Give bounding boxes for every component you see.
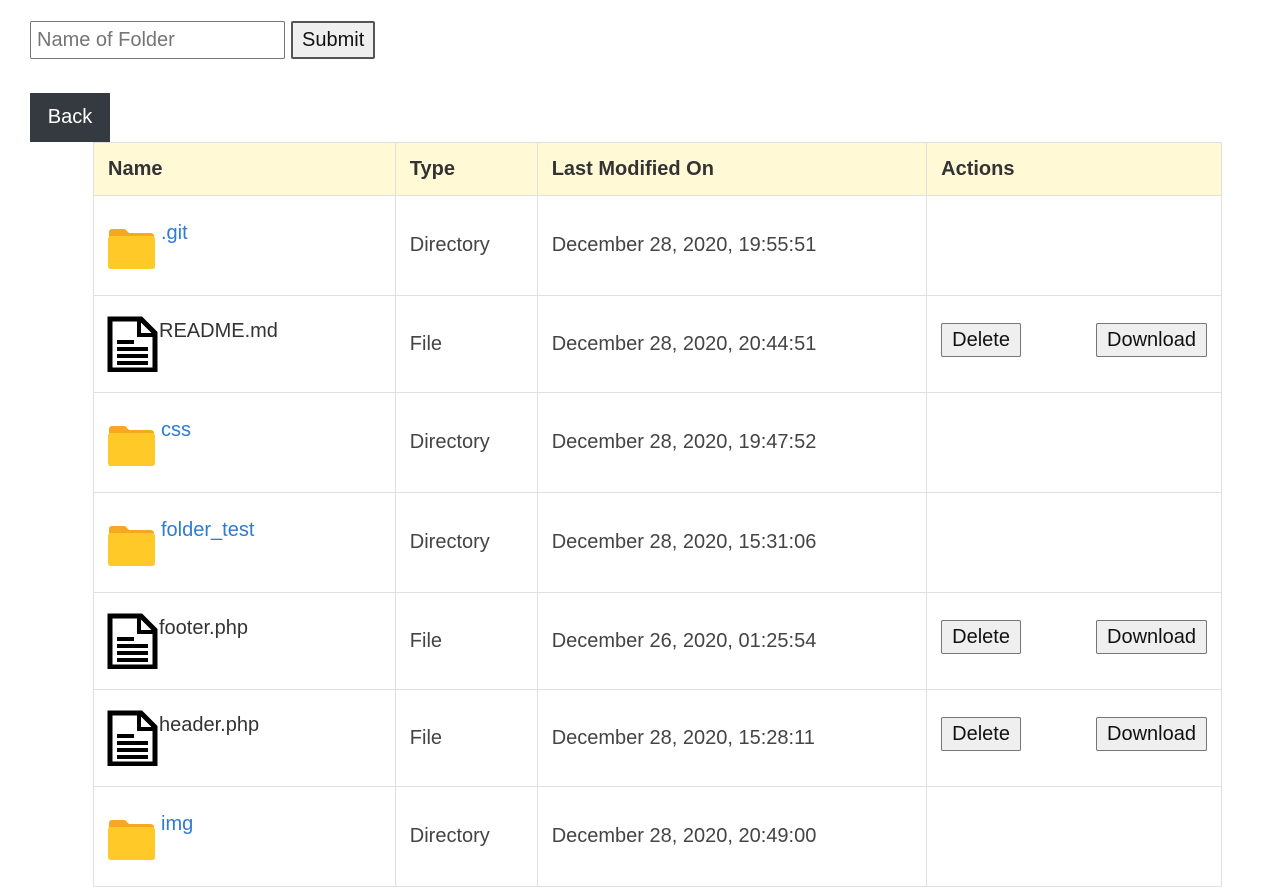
actions-cell [926,195,1222,296]
table-row: folder_test Directory December 28, 2020,… [93,492,1222,593]
name-cell: .git [93,195,396,296]
type-cell: File [394,295,538,393]
table-row: README.md File December 28, 2020, 20:44:… [93,295,1222,393]
modified-cell: December 28, 2020, 15:28:11 [536,689,928,787]
folder-link[interactable]: css [161,419,191,442]
file-icon [105,613,159,670]
type-cell: File [394,592,538,690]
table-row: header.php File December 28, 2020, 15:28… [93,689,1222,787]
name-cell: css [93,392,396,493]
name-cell: header.php [93,689,396,787]
modified-cell: December 28, 2020, 19:55:51 [536,195,928,296]
download-button[interactable]: Download [1096,323,1207,357]
file-name: footer.php [159,617,248,639]
header-name: Name [93,142,396,196]
folder-link[interactable]: img [161,813,193,836]
type-cell: Directory [394,195,538,296]
delete-button[interactable]: Delete [941,323,1021,357]
folder-link[interactable]: folder_test [161,519,254,542]
file-name: README.md [159,320,278,342]
name-cell: img [93,786,396,887]
download-button[interactable]: Download [1096,620,1207,654]
file-table: Name Type Last Modified On Actions .git … [93,142,1222,887]
table-row: img Directory December 28, 2020, 20:49:0… [93,786,1222,887]
type-cell: File [394,689,538,787]
modified-cell: December 28, 2020, 15:31:06 [536,492,928,593]
header-last-modified: Last Modified On [536,142,928,196]
folder-name-input[interactable] [30,21,285,59]
folder-icon [105,415,159,471]
folder-link[interactable]: .git [161,222,188,245]
create-folder-form: Submit [30,21,376,59]
table-header-row: Name Type Last Modified On Actions [93,142,1222,196]
modified-cell: December 28, 2020, 19:47:52 [536,392,928,493]
file-icon [105,316,159,373]
modified-cell: December 28, 2020, 20:49:00 [536,786,928,887]
name-cell: folder_test [93,492,396,593]
submit-button[interactable]: Submit [291,21,376,59]
table-row: css Directory December 28, 2020, 19:47:5… [93,392,1222,493]
name-cell: footer.php [93,592,396,690]
file-icon [105,710,159,767]
actions-cell: Delete Download [926,295,1222,393]
table-row: .git Directory December 28, 2020, 19:55:… [93,195,1222,296]
folder-icon [105,809,159,865]
actions-cell: Delete Download [926,689,1222,787]
type-cell: Directory [394,492,538,593]
delete-button[interactable]: Delete [941,717,1021,751]
type-cell: Directory [394,786,538,887]
header-actions: Actions [926,142,1222,196]
name-cell: README.md [93,295,396,393]
modified-cell: December 28, 2020, 20:44:51 [536,295,928,393]
back-button[interactable]: Back [30,93,110,142]
actions-cell [926,392,1222,493]
download-button[interactable]: Download [1096,717,1207,751]
modified-cell: December 26, 2020, 01:25:54 [536,592,928,690]
actions-cell [926,786,1222,887]
folder-icon [105,218,159,274]
folder-icon [105,515,159,571]
type-cell: Directory [394,392,538,493]
delete-button[interactable]: Delete [941,620,1021,654]
actions-cell: Delete Download [926,592,1222,690]
table-row: footer.php File December 26, 2020, 01:25… [93,592,1222,690]
header-type: Type [394,142,538,196]
file-name: header.php [159,714,260,736]
actions-cell [926,492,1222,593]
